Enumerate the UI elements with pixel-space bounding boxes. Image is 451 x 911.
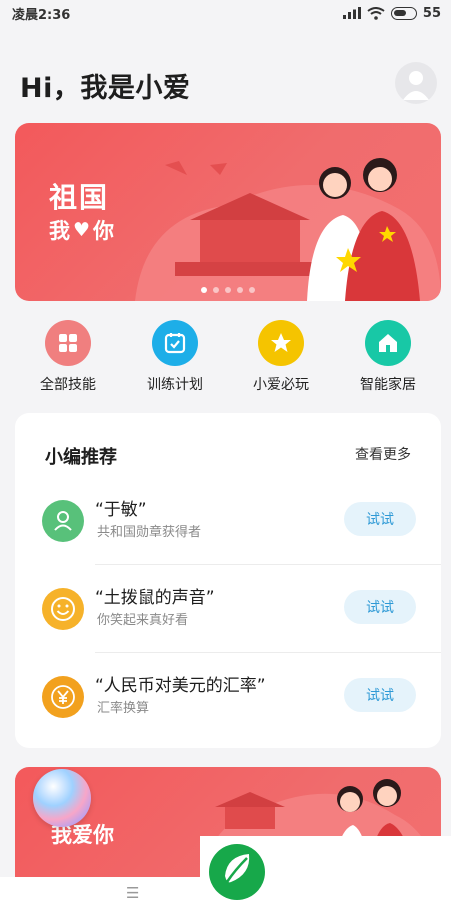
page-title: Hi，我是小爱 <box>20 73 191 104</box>
list-item-subtitle: 共和国勋章获得者 <box>97 525 202 540</box>
carousel-dots <box>15 287 441 293</box>
watermark-logo <box>200 836 451 911</box>
divider <box>95 652 441 653</box>
list-item[interactable]: “于敏” 共和国勋章获得者 试试 <box>15 478 441 566</box>
carousel-dot[interactable] <box>213 287 219 293</box>
currency-icon <box>42 676 84 718</box>
list-item-title: “土拨鼠的声音” <box>95 588 215 608</box>
signal-icon <box>342 7 361 19</box>
heart-icon: ♥ <box>73 219 92 242</box>
app-page: 凌晨2:36 55 Hi，我是小爱 祖国 我 ♥ 你 全部技能 训练计划 小爱必… <box>0 0 451 911</box>
user-silhouette-icon <box>403 71 429 100</box>
list-item-title: “人民币对美元的汇率” <box>95 676 266 696</box>
quick-actions: 全部技能 训练计划 小爱必玩 智能家居 <box>0 320 451 400</box>
carousel-dot[interactable] <box>249 287 255 293</box>
smile-icon <box>42 588 84 630</box>
divider <box>95 564 441 565</box>
banner-text: 祖国 我 ♥ 你 <box>49 179 115 245</box>
home-icon <box>365 320 411 366</box>
quick-action-all-skills[interactable]: 全部技能 <box>20 320 116 394</box>
menu-icon[interactable]: ☰ <box>126 884 139 902</box>
status-bar: 凌晨2:36 55 <box>0 0 451 26</box>
avatar[interactable] <box>395 62 437 104</box>
try-button[interactable]: 试试 <box>344 678 416 712</box>
status-time: 凌晨2:36 <box>12 7 71 23</box>
carousel-dot[interactable] <box>237 287 243 293</box>
try-button[interactable]: 试试 <box>344 502 416 536</box>
try-button[interactable]: 试试 <box>344 590 416 624</box>
leaf-logo-icon <box>209 844 265 900</box>
battery-level: 55 <box>422 5 441 21</box>
calendar-check-icon <box>152 320 198 366</box>
status-icons: 55 <box>342 5 441 21</box>
banner-subtitle-left: 我 <box>49 218 71 243</box>
battery-icon <box>390 6 417 20</box>
list-item[interactable]: “土拨鼠的声音” 你笑起来真好看 试试 <box>15 566 441 654</box>
quick-action-label: 训练计划 <box>147 377 203 393</box>
quick-action-training-plan[interactable]: 训练计划 <box>127 320 223 394</box>
banner-title: 祖国 <box>49 181 110 214</box>
carousel-dot[interactable] <box>225 287 231 293</box>
list-item-subtitle: 汇率换算 <box>97 701 150 716</box>
person-icon <box>42 500 84 542</box>
quick-action-label: 小爱必玩 <box>253 377 309 393</box>
recommend-card: 小编推荐 查看更多 “于敏” 共和国勋章获得者 试试 “土拨鼠的声音” 你笑起来… <box>15 413 441 748</box>
list-item-title: “于敏” <box>95 500 147 520</box>
quick-action-smart-home[interactable]: 智能家居 <box>340 320 436 394</box>
see-more-link[interactable]: 查看更多 <box>355 444 411 464</box>
carousel-dot[interactable] <box>201 287 207 293</box>
promo-banner[interactable]: 祖国 我 ♥ 你 <box>15 123 441 301</box>
quick-action-must-play[interactable]: 小爱必玩 <box>233 320 329 394</box>
banner-subtitle-right: 你 <box>93 218 116 243</box>
quick-action-label: 全部技能 <box>40 377 96 393</box>
voice-assistant-button[interactable] <box>33 769 91 827</box>
banner-subtitle: 我 ♥ 你 <box>49 217 115 245</box>
list-item-subtitle: 你笑起来真好看 <box>97 613 189 628</box>
grid-icon <box>45 320 91 366</box>
star-icon <box>258 320 304 366</box>
list-item[interactable]: “人民币对美元的汇率” 汇率换算 试试 <box>15 654 441 742</box>
quick-action-label: 智能家居 <box>360 377 416 393</box>
wifi-icon <box>367 6 385 20</box>
card-title: 小编推荐 <box>45 447 117 468</box>
